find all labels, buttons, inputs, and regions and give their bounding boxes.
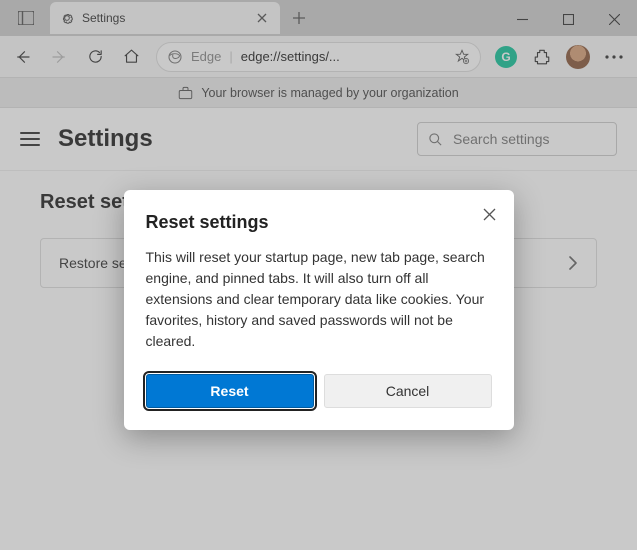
dialog-buttons: Reset Cancel <box>146 374 492 408</box>
cancel-button[interactable]: Cancel <box>324 374 492 408</box>
dialog-close-button[interactable] <box>478 202 502 226</box>
dialog-body: This will reset your startup page, new t… <box>146 247 492 352</box>
reset-dialog: Reset settings This will reset your star… <box>124 190 514 430</box>
dialog-title: Reset settings <box>146 212 492 233</box>
modal-overlay: Reset settings This will reset your star… <box>0 0 637 550</box>
reset-button[interactable]: Reset <box>146 374 314 408</box>
